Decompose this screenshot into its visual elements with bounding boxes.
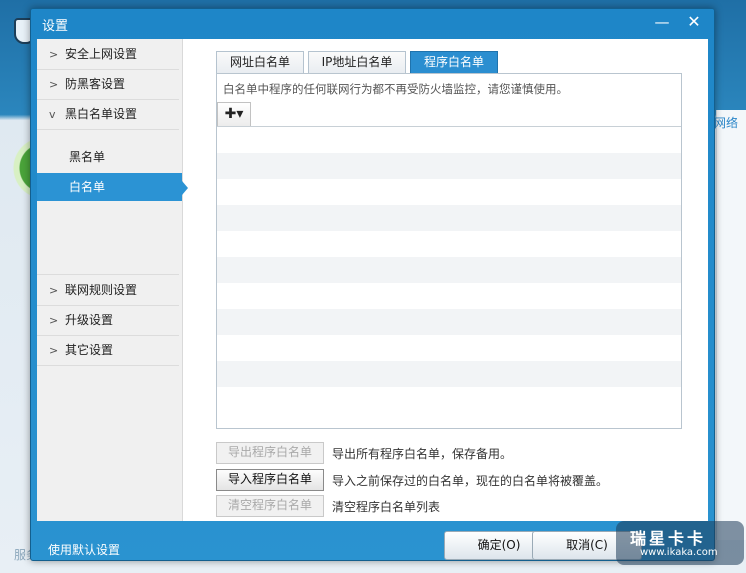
dialog-title: 设置 bbox=[42, 19, 69, 34]
watermark-url: www.ikaka.com bbox=[640, 547, 718, 558]
dialog-body: > 安全上网设置 > 防黑客设置 v 黑白名单设置 黑名单 白名单 > 联网规则设置 >… bbox=[37, 39, 708, 521]
sidebar-item-safe-browsing[interactable]: > 安全上网设置 bbox=[37, 39, 179, 70]
sidebar-subitem-whitelist[interactable]: 白名单 bbox=[37, 173, 182, 201]
list-item[interactable] bbox=[217, 153, 681, 179]
list-item[interactable] bbox=[217, 335, 681, 361]
sidebar-item-label: 其它设置 bbox=[65, 343, 114, 357]
list-item[interactable] bbox=[217, 283, 681, 309]
export-whitelist-button[interactable]: 导出程序白名单 bbox=[216, 442, 324, 464]
sidebar-item-network-rules[interactable]: > 联网规则设置 bbox=[37, 274, 179, 306]
sidebar-item-label: 安全上网设置 bbox=[65, 47, 138, 61]
sidebar-item-label: 防黑客设置 bbox=[65, 77, 126, 91]
chevron-right-icon: > bbox=[49, 284, 59, 297]
active-indicator-arrow bbox=[182, 181, 188, 195]
program-whitelist-panel: 白名单中程序的任何联网行为都不再受防火墙监控，请您谨慎使用。 ✚▾ bbox=[216, 73, 682, 429]
list-item[interactable] bbox=[217, 179, 681, 205]
tab-program-whitelist[interactable]: 程序白名单 bbox=[410, 51, 498, 73]
list-item[interactable] bbox=[217, 361, 681, 387]
add-program-button[interactable]: ✚▾ bbox=[217, 102, 251, 127]
sidebar-item-label: 升级设置 bbox=[65, 313, 114, 327]
list-item[interactable] bbox=[217, 309, 681, 335]
list-item[interactable] bbox=[217, 127, 681, 153]
import-description: 导入之前保存过的白名单，现在的白名单将被覆盖。 bbox=[332, 474, 609, 488]
program-list[interactable] bbox=[217, 127, 681, 427]
settings-dialog: 设置 — ✕ > 安全上网设置 > 防黑客设置 v 黑白名单设置 黑名单 白名单 > 联… bbox=[30, 8, 715, 561]
chevron-right-icon: > bbox=[49, 314, 59, 327]
sidebar-item-upgrade[interactable]: > 升级设置 bbox=[37, 305, 179, 336]
chevron-right-icon: > bbox=[49, 48, 59, 61]
chevron-right-icon: > bbox=[49, 344, 59, 357]
minimize-button[interactable]: — bbox=[651, 11, 673, 33]
sidebar-item-other[interactable]: > 其它设置 bbox=[37, 335, 179, 366]
close-button[interactable]: ✕ bbox=[683, 11, 705, 33]
sidebar-item-label: 黑白名单设置 bbox=[65, 107, 138, 121]
settings-sidebar: > 安全上网设置 > 防黑客设置 v 黑白名单设置 黑名单 白名单 > 联网规则设置 >… bbox=[37, 39, 183, 521]
list-item[interactable] bbox=[217, 257, 681, 283]
reset-defaults-link[interactable]: 使用默认设置 bbox=[48, 541, 120, 558]
list-item[interactable] bbox=[217, 387, 681, 413]
whitelist-hint-text: 白名单中程序的任何联网行为都不再受防火墙监控，请您谨慎使用。 bbox=[223, 82, 568, 96]
list-item[interactable] bbox=[217, 231, 681, 257]
tab-url-whitelist[interactable]: 网址白名单 bbox=[216, 51, 304, 73]
sidebar-item-anti-hacker[interactable]: > 防黑客设置 bbox=[37, 69, 179, 100]
import-whitelist-button[interactable]: 导入程序白名单 bbox=[216, 469, 324, 491]
chevron-down-icon: v bbox=[49, 108, 56, 121]
list-item[interactable] bbox=[217, 205, 681, 231]
clear-description: 清空程序白名单列表 bbox=[332, 500, 441, 514]
sidebar-item-black-white-list[interactable]: v 黑白名单设置 bbox=[37, 99, 179, 130]
sidebar-item-label: 联网规则设置 bbox=[65, 283, 138, 297]
tab-ip-whitelist[interactable]: IP地址白名单 bbox=[308, 51, 406, 73]
background-network-label: 网络 bbox=[714, 116, 739, 130]
sidebar-subitem-blacklist[interactable]: 黑名单 bbox=[37, 143, 182, 171]
watermark-logo: 瑞星卡卡 www.ikaka.com bbox=[616, 521, 744, 565]
chevron-right-icon: > bbox=[49, 78, 59, 91]
clear-whitelist-button[interactable]: 清空程序白名单 bbox=[216, 495, 324, 517]
background-right-panel bbox=[716, 110, 746, 540]
export-description: 导出所有程序白名单，保存备用。 bbox=[332, 447, 513, 461]
watermark-title: 瑞星卡卡 bbox=[630, 529, 707, 548]
